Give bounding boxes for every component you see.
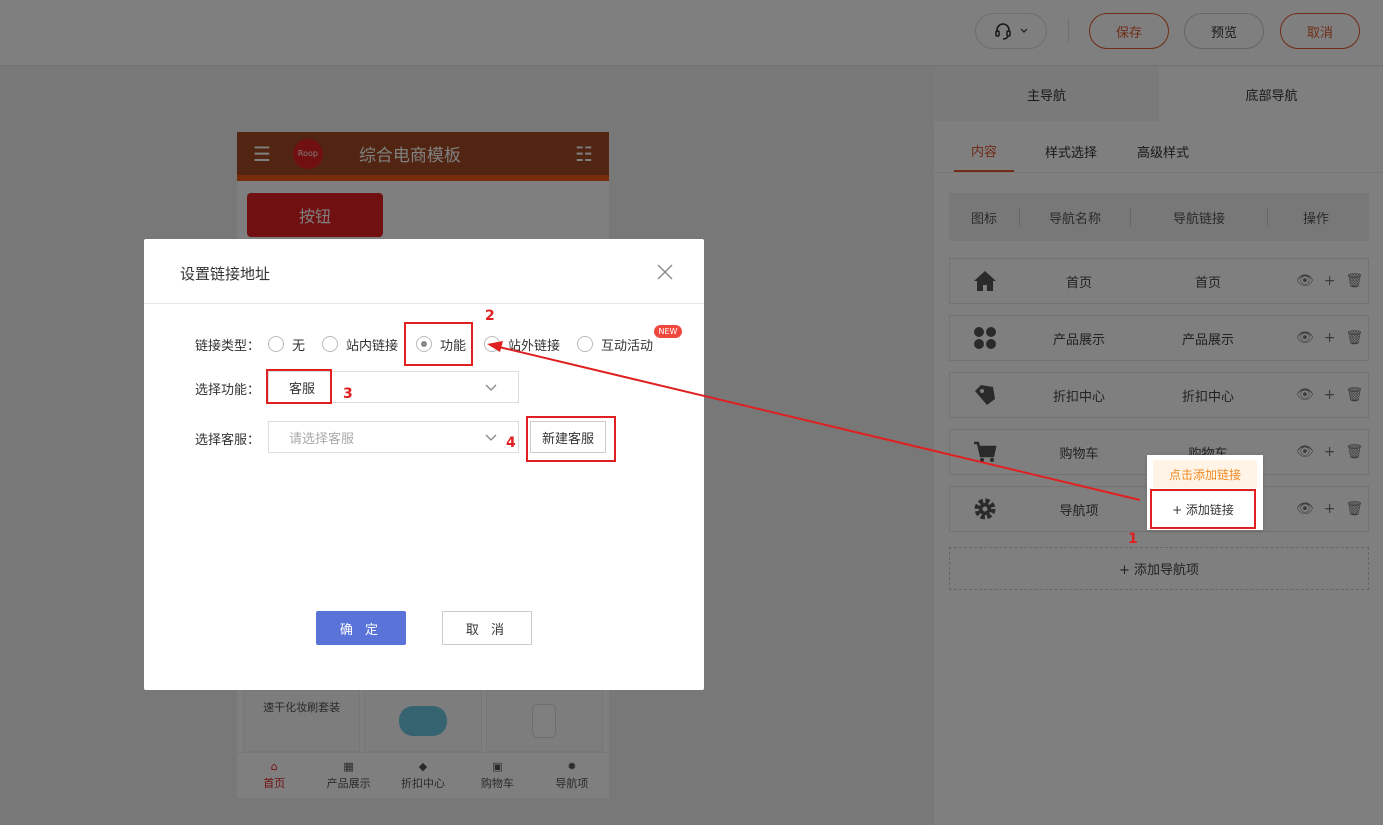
annotation-arrow [487,341,1141,501]
